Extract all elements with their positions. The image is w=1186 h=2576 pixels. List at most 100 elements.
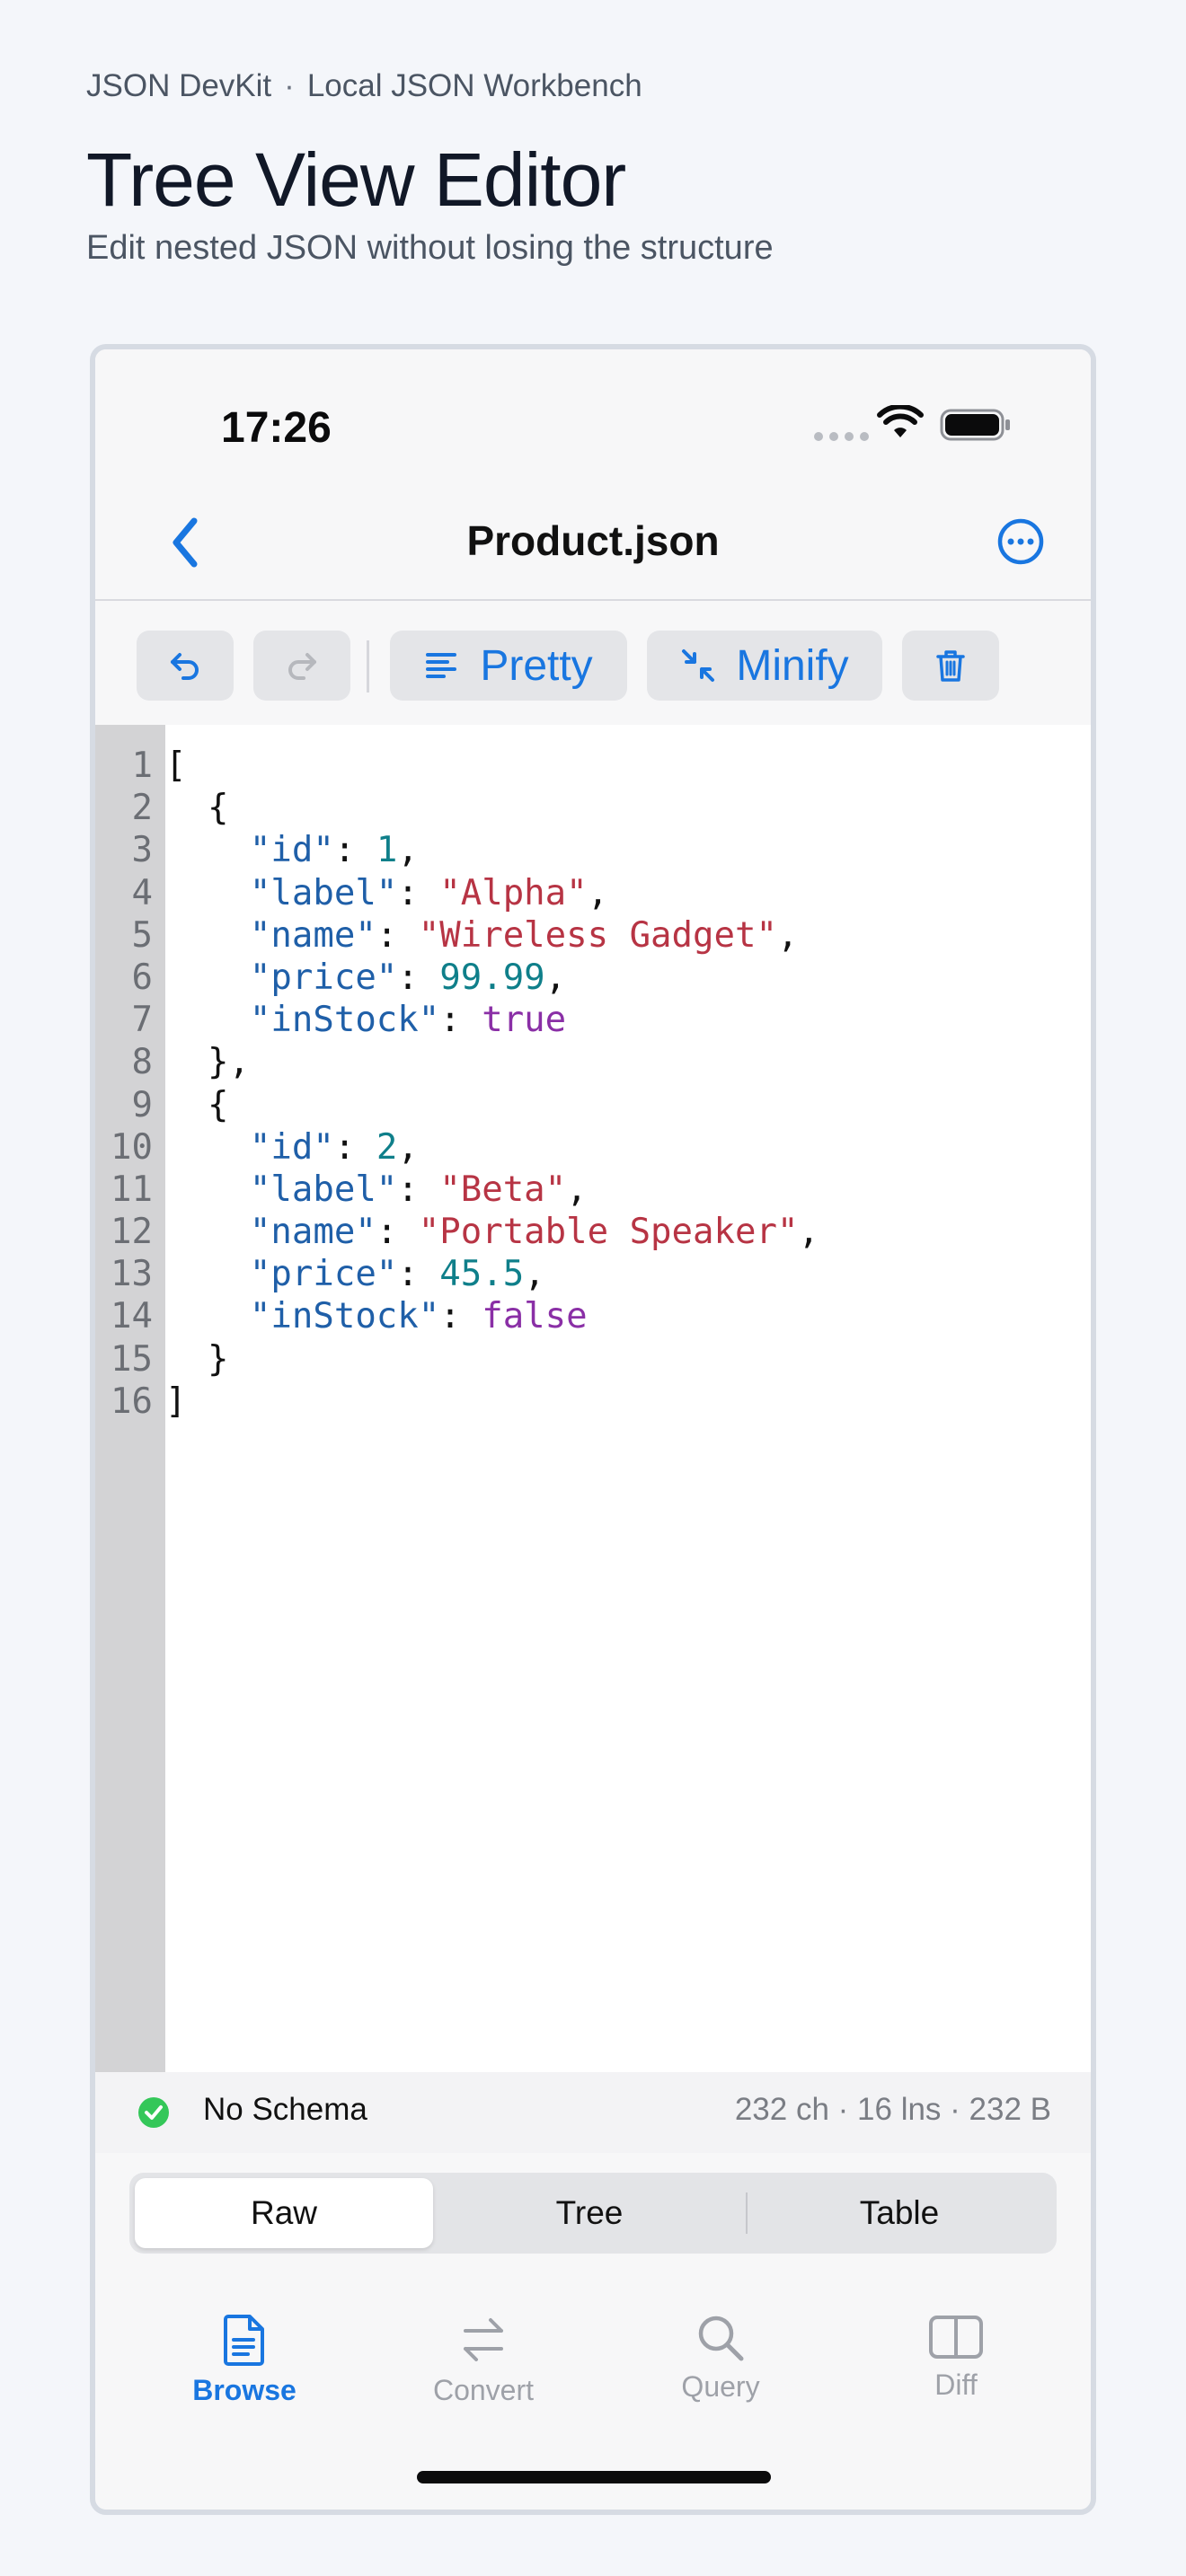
code-token: "id"	[249, 830, 334, 871]
code-token: "name"	[249, 1212, 376, 1253]
tab-convert-label: Convert	[432, 2374, 535, 2406]
code-token: "price"	[249, 957, 398, 998]
ellipsis-circle-icon[interactable]	[994, 515, 1048, 569]
code-line[interactable]: 6 "price": 99.99,	[95, 957, 1091, 999]
schema-status[interactable]: No Schema	[203, 2092, 367, 2128]
code-text[interactable]: "label": "Beta",	[153, 1169, 588, 1211]
line-number: 11	[111, 1169, 153, 1210]
magnifying-glass-icon	[698, 2316, 744, 2361]
code-line[interactable]: 7 "inStock": true	[95, 999, 1091, 1041]
code-token: :	[333, 1126, 376, 1168]
line-number: 9	[131, 1084, 153, 1125]
code-line[interactable]: 5 "name": "Wireless Gadget",	[95, 914, 1091, 957]
minify-button[interactable]: Minify	[647, 631, 882, 701]
code-token: ,	[544, 957, 567, 998]
code-token: "inStock"	[249, 1296, 440, 1337]
code-text[interactable]: {	[153, 787, 229, 829]
segment-raw[interactable]: Raw	[135, 2178, 433, 2248]
tab-diff-label: Diff	[934, 2369, 978, 2401]
code-line[interactable]: 12 "name": "Portable Speaker",	[95, 1211, 1091, 1253]
line-number: 12	[111, 1212, 153, 1253]
code-token: ,	[397, 1126, 419, 1168]
delete-button[interactable]	[902, 631, 999, 701]
code-text[interactable]: [	[153, 745, 186, 787]
document-stats: 232 ch · 16 lns · 232 B	[734, 2092, 1051, 2127]
tab-browse[interactable]: Browse	[155, 2313, 334, 2407]
line-number: 13	[111, 1254, 153, 1295]
code-text[interactable]: "label": "Alpha",	[153, 872, 608, 914]
segment-tree[interactable]: Tree	[433, 2178, 746, 2248]
code-line[interactable]: 11 "label": "Beta",	[95, 1169, 1091, 1211]
code-line[interactable]: 3 "id": 1,	[95, 829, 1091, 871]
json-editor[interactable]: 1[2 {3 "id": 1, 4 "label": "Alpha", 5 "nam…	[95, 725, 1091, 2072]
code-text[interactable]: "name": "Wireless Gadget",	[153, 914, 799, 957]
code-token: [	[165, 745, 187, 786]
code-token: ,	[397, 830, 419, 871]
segment-table[interactable]: Table	[748, 2178, 1051, 2248]
code-line[interactable]: 13 "price": 45.5,	[95, 1253, 1091, 1295]
code-line[interactable]: 15 }	[95, 1338, 1091, 1381]
code-token: ]	[165, 1381, 187, 1422]
code-token: "Wireless Gadget"	[418, 914, 777, 956]
code-line[interactable]: 8 },	[95, 1041, 1091, 1083]
eyebrow: JSON DevKit · Local JSON Workbench	[86, 68, 1102, 104]
tab-query[interactable]: Query	[631, 2313, 810, 2404]
status-info-bar: No Schema 232 ch · 16 lns · 232 B	[95, 2072, 1091, 2153]
redo-icon	[288, 653, 316, 680]
arrows-left-right-icon	[464, 2318, 503, 2361]
code-line[interactable]: 10 "id": 2,	[95, 1126, 1091, 1169]
status-bar: 17:26	[95, 349, 1091, 484]
code-text[interactable]: "inStock": false	[153, 1295, 588, 1337]
code-lines[interactable]: 1[2 {3 "id": 1, 4 "label": "Alpha", 5 "nam…	[95, 745, 1091, 1423]
code-line[interactable]: 1[	[95, 745, 1091, 787]
wifi-icon	[877, 405, 924, 437]
redo-button[interactable]	[253, 631, 350, 701]
line-number: 14	[111, 1296, 153, 1337]
code-text[interactable]: "id": 2,	[153, 1126, 419, 1169]
code-line[interactable]: 16]	[95, 1381, 1091, 1423]
pretty-label: Pretty	[480, 641, 593, 690]
tab-bar: Browse Convert Query Diff	[95, 2280, 1091, 2442]
code-line[interactable]: 2 {	[95, 787, 1091, 829]
eyebrow-separator: ·	[284, 68, 295, 103]
code-text[interactable]: }	[153, 1338, 229, 1381]
app-tagline: Local JSON Workbench	[306, 68, 642, 103]
code-token: ,	[776, 914, 799, 956]
code-line[interactable]: 4 "label": "Alpha",	[95, 872, 1091, 914]
line-number: 1	[131, 745, 153, 786]
code-line[interactable]: 14 "inStock": false	[95, 1295, 1091, 1337]
check-circle-icon	[138, 2097, 169, 2128]
code-text[interactable]: {	[153, 1084, 229, 1126]
app-name: JSON DevKit	[86, 68, 272, 103]
pretty-button[interactable]: Pretty	[390, 631, 627, 701]
code-text[interactable]: "price": 99.99,	[153, 957, 566, 999]
code-text[interactable]: "name": "Portable Speaker",	[153, 1211, 819, 1253]
tab-convert[interactable]: Convert	[394, 2313, 573, 2407]
undo-button[interactable]	[137, 631, 234, 701]
code-token: "Portable Speaker"	[418, 1212, 799, 1253]
code-text[interactable]: ]	[153, 1381, 186, 1423]
code-text[interactable]: "id": 1,	[153, 829, 419, 871]
code-token: :	[397, 1169, 440, 1210]
toolbar-divider	[367, 640, 369, 693]
code-text[interactable]: "price": 45.5,	[153, 1253, 545, 1295]
code-line[interactable]: 9 {	[95, 1084, 1091, 1126]
compress-arrows-icon	[682, 649, 715, 682]
code-token: {	[165, 788, 229, 829]
navigation-bar: Product.json	[95, 484, 1091, 601]
line-number: 5	[131, 914, 153, 956]
tab-diff[interactable]: Diff	[866, 2313, 1046, 2402]
line-number: 3	[131, 830, 153, 871]
code-token: },	[165, 1042, 250, 1083]
cellular-signal-icon	[814, 432, 869, 441]
code-token: :	[439, 1000, 482, 1041]
code-text[interactable]: "inStock": true	[153, 999, 566, 1041]
line-number: 8	[131, 1042, 153, 1083]
code-token: ,	[566, 1169, 588, 1210]
code-text[interactable]: },	[153, 1041, 250, 1083]
